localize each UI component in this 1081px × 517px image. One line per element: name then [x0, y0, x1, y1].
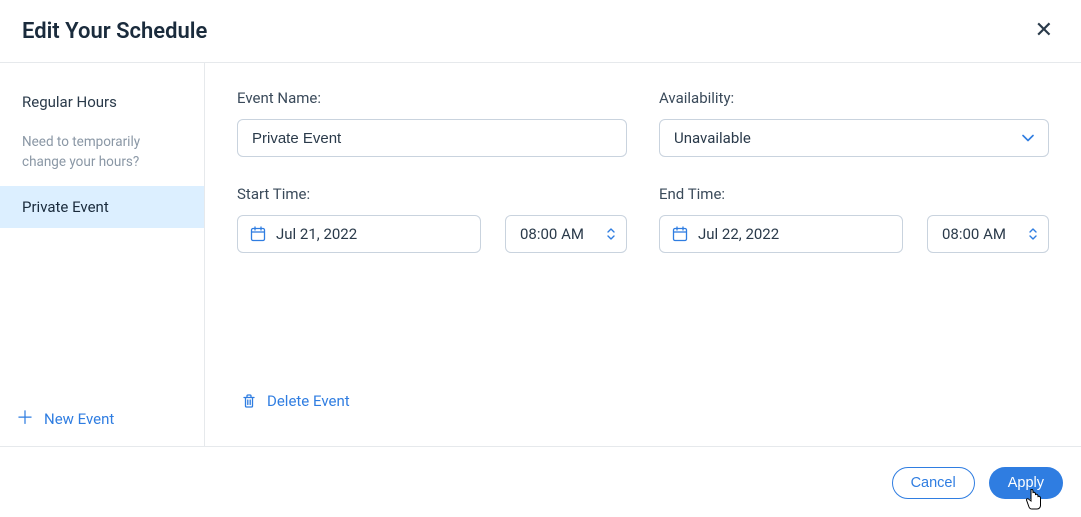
start-date-input[interactable]: Jul 21, 2022	[237, 215, 481, 253]
time-stepper-icon	[1028, 227, 1038, 241]
sidebar: Regular Hours Need to temporarily change…	[0, 63, 205, 446]
event-name-input[interactable]	[237, 119, 627, 157]
form-row-times: Start Time: Jul 21, 2022 08:00 AM	[237, 185, 1049, 253]
edit-schedule-modal: Edit Your Schedule ✕ Regular Hours Need …	[0, 0, 1081, 517]
start-time-input[interactable]: 08:00 AM	[505, 215, 627, 253]
modal-footer: Cancel Apply	[0, 446, 1081, 517]
chevron-down-icon	[1022, 131, 1034, 146]
cancel-button[interactable]: Cancel	[892, 467, 975, 499]
sidebar-item-regular-hours[interactable]: Regular Hours	[0, 81, 204, 123]
calendar-icon	[672, 226, 688, 242]
availability-label: Availability:	[659, 89, 1049, 107]
field-start-time: Start Time: Jul 21, 2022 08:00 AM	[237, 185, 627, 253]
new-event-button[interactable]: ＋ New Event	[0, 396, 204, 446]
close-icon[interactable]: ✕	[1029, 18, 1059, 44]
start-time-label: Start Time:	[237, 185, 627, 203]
delete-event-button[interactable]: Delete Event	[237, 386, 1049, 416]
start-date-value: Jul 21, 2022	[276, 225, 357, 243]
apply-button[interactable]: Apply	[989, 467, 1063, 499]
sidebar-help-text: Need to temporarily change your hours?	[0, 123, 204, 186]
start-time-value: 08:00 AM	[520, 225, 584, 243]
time-stepper-icon	[606, 227, 616, 241]
sidebar-item-private-event[interactable]: Private Event	[0, 186, 204, 228]
modal-body: Regular Hours Need to temporarily change…	[0, 63, 1081, 446]
field-event-name: Event Name:	[237, 89, 627, 157]
modal-title: Edit Your Schedule	[22, 19, 207, 44]
modal-header: Edit Your Schedule ✕	[0, 0, 1081, 63]
end-time-value: 08:00 AM	[942, 225, 1006, 243]
end-time-label: End Time:	[659, 185, 1049, 203]
calendar-icon	[250, 226, 266, 242]
end-time-input[interactable]: 08:00 AM	[927, 215, 1049, 253]
field-availability: Availability: Unavailable	[659, 89, 1049, 157]
event-name-label: Event Name:	[237, 89, 627, 107]
form-row-name-availability: Event Name: Availability: Unavailable	[237, 89, 1049, 157]
availability-select[interactable]: Unavailable	[659, 119, 1049, 157]
trash-icon	[241, 393, 257, 409]
end-date-input[interactable]: Jul 22, 2022	[659, 215, 903, 253]
plus-icon: ＋	[16, 410, 34, 428]
delete-event-label: Delete Event	[267, 392, 350, 410]
form-area: Event Name: Availability: Unavailable St…	[205, 63, 1081, 446]
availability-value: Unavailable	[674, 129, 751, 147]
new-event-label: New Event	[44, 410, 114, 428]
field-end-time: End Time: Jul 22, 2022 08:00 AM	[659, 185, 1049, 253]
end-date-value: Jul 22, 2022	[698, 225, 779, 243]
